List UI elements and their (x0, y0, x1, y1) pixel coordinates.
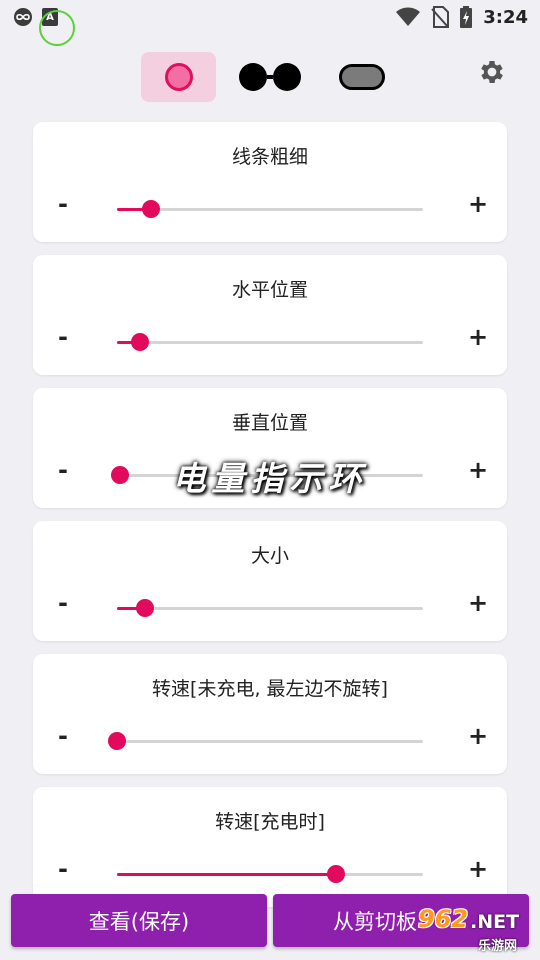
site-watermark: 962 .NET 乐游网 (418, 905, 534, 955)
slider-track[interactable] (117, 333, 423, 351)
floating-ring-indicator (39, 10, 75, 46)
decrease-button[interactable]: - (50, 325, 76, 349)
card-title: 水平位置 (231, 279, 308, 301)
card-horizontal-position: 水平位置 - + (33, 255, 507, 375)
card-speed-charging: 转速[充电时] - + (33, 787, 507, 907)
increase-button[interactable]: + (465, 591, 491, 615)
decrease-button[interactable]: - (50, 857, 76, 881)
increase-button[interactable]: + (465, 857, 491, 881)
decrease-button[interactable]: - (50, 724, 76, 748)
slider-fill (117, 873, 336, 876)
pill-icon (339, 64, 385, 90)
mode-selector (0, 52, 540, 104)
card-speed-uncharged: 转速[未充电, 最左边不旋转] - + (33, 654, 507, 774)
decrease-button[interactable]: - (50, 458, 76, 482)
slider-thumb[interactable] (135, 599, 154, 617)
card-title: 大小 (250, 545, 289, 567)
battery-charging-icon (460, 6, 473, 28)
status-right: 3:24 (395, 6, 528, 28)
increase-button[interactable]: + (465, 325, 491, 349)
decrease-button[interactable]: - (50, 192, 76, 216)
dual-dot-icon-right (273, 63, 301, 91)
overlay-title: 电量指示环 (172, 459, 368, 498)
mode-circle-button[interactable] (141, 52, 216, 102)
card-title: 转速[充电时] (215, 811, 325, 833)
dual-dot-icon (239, 63, 267, 91)
slider-thumb[interactable] (130, 333, 149, 351)
wifi-icon (396, 7, 421, 26)
increase-button[interactable]: + (465, 192, 491, 216)
slider-track[interactable] (108, 732, 423, 750)
card-title: 转速[未充电, 最左边不旋转] (152, 678, 388, 700)
settings-button[interactable] (474, 54, 510, 90)
slider-thumb[interactable] (108, 732, 126, 750)
decrease-button[interactable]: - (50, 591, 76, 615)
card-size: 大小 - + (33, 521, 507, 641)
slider-thumb[interactable] (141, 200, 160, 218)
mode-dual-dot-button[interactable] (234, 52, 306, 102)
watermark-number: 962 (418, 905, 469, 933)
circle-ring-icon (164, 63, 193, 91)
slider-track[interactable] (117, 599, 423, 617)
status-bar: A 3:24 (0, 0, 540, 46)
card-line-width: 线条粗细 - + (33, 122, 507, 242)
card-title: 垂直位置 (231, 412, 308, 434)
slider-thumb[interactable] (326, 865, 345, 883)
increase-button[interactable]: + (465, 724, 491, 748)
gear-icon (481, 61, 503, 83)
watermark-net: .NET (470, 911, 520, 933)
no-sim-icon (431, 6, 450, 28)
clock: 3:24 (483, 6, 528, 28)
slider-track[interactable] (117, 865, 423, 883)
slider-track[interactable] (117, 200, 423, 218)
increase-button[interactable]: + (465, 458, 491, 482)
watermark-site: 乐游网 (478, 939, 518, 954)
card-title: 线条粗细 (231, 146, 308, 168)
mode-pill-button[interactable] (330, 52, 394, 102)
infinity-icon (14, 8, 32, 26)
slider-thumb[interactable] (111, 466, 130, 484)
view-save-button[interactable]: 查看(保存) (11, 894, 267, 947)
